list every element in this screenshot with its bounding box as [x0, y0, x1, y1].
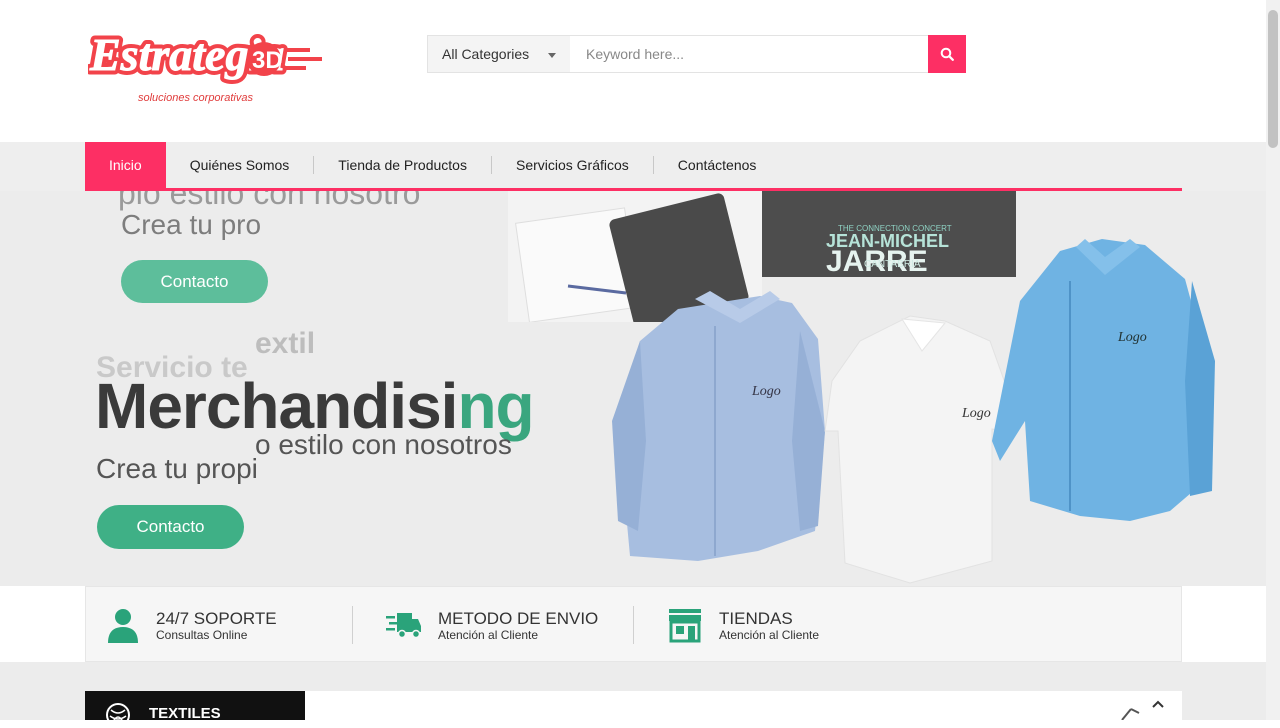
chevron-up-icon[interactable] — [1151, 699, 1165, 709]
nav-item-servicios[interactable]: Servicios Gráficos — [492, 142, 653, 188]
svg-text:Logo: Logo — [961, 406, 991, 421]
slide-ghost-crea: Crea tu pro — [121, 209, 262, 240]
hero-slider[interactable]: pio estilo con nosotro Crea tu pro Conta… — [0, 191, 1266, 586]
logo-subtitle: soluciones corporativas — [138, 92, 253, 104]
contact-button[interactable]: Contacto — [97, 505, 244, 549]
yarn-ball-icon — [106, 703, 130, 727]
delivery-truck-icon — [386, 613, 421, 639]
svg-text:Logo: Logo — [1117, 330, 1147, 345]
chevron-down-icon — [548, 53, 556, 58]
feature-divider — [352, 606, 353, 644]
feature-subtitle: Atención al Cliente — [438, 627, 539, 642]
slide-crea-text: Crea tu propi — [96, 453, 258, 484]
category-tab-textiles[interactable]: TEXTILES — [85, 691, 305, 727]
feature-title: METODO DE ENVIO — [438, 608, 599, 628]
category-tab-label: TEXTILES — [149, 705, 221, 722]
feature-subtitle: Atención al Cliente — [719, 627, 820, 642]
page-scrollbar[interactable] — [1266, 0, 1280, 720]
nav-item-inicio[interactable]: Inicio — [85, 142, 166, 188]
search-icon — [940, 47, 954, 61]
search-bar: All Categories — [427, 35, 966, 73]
feature-stores: TIENDAS Atención al Cliente — [667, 587, 819, 663]
shirts-image: Logo Logo Logo — [612, 239, 1215, 584]
feature-title: TIENDAS — [719, 608, 793, 628]
feature-subtitle: Consultas Online — [156, 627, 248, 642]
svg-text:3D: 3D — [252, 47, 283, 74]
nav-item-quienes-somos[interactable]: Quiénes Somos — [166, 142, 314, 188]
scrollbar-thumb[interactable] — [1268, 10, 1278, 148]
features-bar: 24/7 SOPORTE Consultas Online METODO DE … — [85, 586, 1182, 662]
nav-item-tienda[interactable]: Tienda de Productos — [314, 142, 491, 188]
feature-title: 24/7 SOPORTE — [156, 608, 277, 628]
search-button[interactable] — [928, 35, 966, 73]
nav-item-contactenos[interactable]: Contáctenos — [654, 142, 781, 188]
slide-subtitle-2: extil — [255, 327, 316, 360]
category-select[interactable]: All Categories — [427, 35, 570, 73]
ghost-contact-button[interactable]: Contacto — [121, 260, 268, 303]
store-icon — [669, 609, 701, 643]
site-logo[interactable]: Estrategia Estrategia Estrategia 3D solu… — [85, 25, 338, 110]
site-header: Estrategia Estrategia Estrategia 3D solu… — [0, 0, 1266, 142]
feature-divider — [633, 606, 634, 644]
lamp-icon — [1121, 708, 1140, 720]
support-agent-icon — [108, 609, 138, 643]
feature-support: 24/7 SOPORTE Consultas Online — [106, 587, 277, 663]
feature-shipping: METODO DE ENVIO Atención al Cliente — [386, 587, 598, 663]
textiles-panel — [305, 691, 1182, 720]
search-input[interactable] — [570, 35, 928, 73]
category-select-value: All Categories — [442, 46, 530, 62]
main-nav: Inicio Quiénes Somos Tienda de Productos… — [85, 142, 1182, 191]
svg-text:Logo: Logo — [751, 384, 781, 399]
